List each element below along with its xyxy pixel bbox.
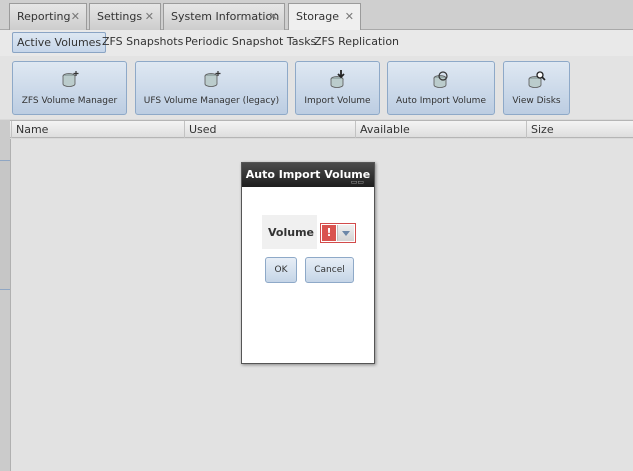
disk-search-icon bbox=[528, 71, 546, 88]
resize-grip-icon[interactable]: ▭▭ bbox=[351, 178, 364, 186]
tab-system-information[interactable]: System Information ✕ bbox=[163, 3, 285, 30]
main-tab-bar: Reporting ✕ Settings ✕ System Informatio… bbox=[0, 0, 633, 31]
tab-label: Storage bbox=[296, 10, 340, 23]
disk-import-icon bbox=[330, 70, 345, 88]
button-label: View Disks bbox=[512, 96, 561, 106]
column-header-name[interactable]: Name bbox=[11, 121, 184, 138]
tab-reporting[interactable]: Reporting ✕ bbox=[9, 3, 87, 30]
button-label: UFS Volume Manager (legacy) bbox=[143, 96, 280, 106]
tab-label: Reporting bbox=[17, 10, 71, 23]
import-volume-button[interactable]: Import Volume bbox=[295, 61, 380, 115]
column-header-size[interactable]: Size bbox=[526, 121, 633, 138]
ok-button[interactable]: OK bbox=[265, 257, 297, 283]
view-disks-button[interactable]: View Disks bbox=[503, 61, 570, 115]
close-icon[interactable]: ✕ bbox=[345, 10, 354, 23]
volumes-grid-header: Name Used Available Size bbox=[0, 120, 633, 138]
button-label: Import Volume bbox=[304, 96, 371, 106]
storage-subtab-bar: Active Volumes ZFS Snapshots Periodic Sn… bbox=[0, 30, 633, 56]
volume-field-row: Volume ! bbox=[262, 215, 357, 249]
chevron-down-icon[interactable] bbox=[337, 225, 354, 241]
tab-settings[interactable]: Settings ✕ bbox=[89, 3, 161, 30]
button-label: ZFS Volume Manager bbox=[21, 96, 118, 106]
volume-label: Volume bbox=[262, 215, 317, 249]
disk-add-icon bbox=[62, 71, 78, 87]
subtab-zfs-replication[interactable]: ZFS Replication bbox=[310, 32, 403, 53]
subtab-active-volumes[interactable]: Active Volumes bbox=[12, 32, 107, 53]
close-icon[interactable]: ✕ bbox=[145, 10, 154, 23]
close-icon[interactable]: ✕ bbox=[269, 10, 278, 23]
auto-import-volume-dialog: Auto Import Volume ▭▭ Volume ! OK Cancel bbox=[241, 162, 375, 364]
volume-toolbar: ZFS Volume Manager UFS Volume Manager (l… bbox=[0, 56, 633, 119]
subtab-zfs-snapshots[interactable]: ZFS Snapshots bbox=[98, 32, 187, 53]
dialog-title-bar[interactable]: Auto Import Volume ▭▭ bbox=[242, 163, 374, 187]
cancel-button[interactable]: Cancel bbox=[305, 257, 354, 283]
left-collapse-strip[interactable] bbox=[0, 120, 10, 471]
tab-label: System Information bbox=[171, 10, 280, 23]
button-label: Auto Import Volume bbox=[396, 96, 486, 106]
zfs-volume-manager-button[interactable]: ZFS Volume Manager bbox=[12, 61, 127, 115]
volume-select[interactable]: ! bbox=[320, 223, 356, 243]
tab-label: Settings bbox=[97, 10, 143, 23]
column-header-available[interactable]: Available bbox=[355, 121, 526, 138]
splitter-handle[interactable] bbox=[0, 160, 10, 290]
disk-auto-import-icon bbox=[433, 71, 448, 88]
subtab-periodic-snapshot-tasks[interactable]: Periodic Snapshot Tasks bbox=[181, 32, 320, 53]
column-header-used[interactable]: Used bbox=[184, 121, 355, 138]
error-icon: ! bbox=[322, 225, 336, 241]
ufs-volume-manager-button[interactable]: UFS Volume Manager (legacy) bbox=[135, 61, 288, 115]
auto-import-volume-button[interactable]: Auto Import Volume bbox=[387, 61, 495, 115]
close-icon[interactable]: ✕ bbox=[71, 10, 80, 23]
disk-add-icon bbox=[204, 71, 220, 87]
tab-storage[interactable]: Storage ✕ bbox=[288, 3, 361, 31]
